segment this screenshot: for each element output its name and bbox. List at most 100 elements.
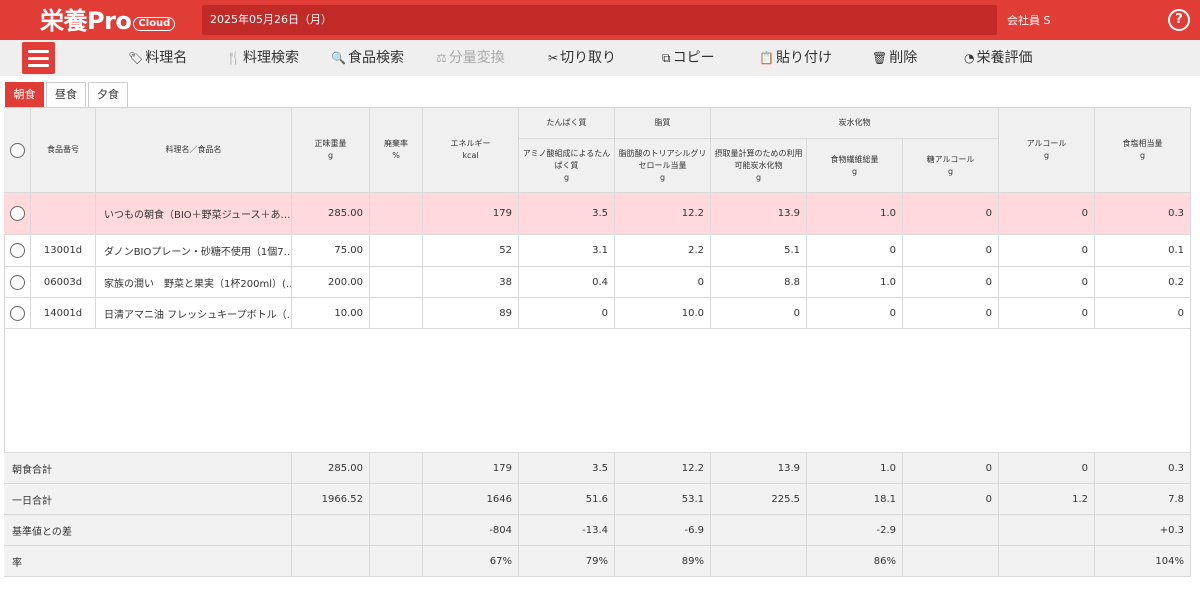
- row-fat[interactable]: 12.2: [615, 193, 711, 235]
- header-salt-text: 食塩相当量: [1122, 139, 1163, 148]
- row-select-radio[interactable]: [4, 298, 31, 329]
- row-energy[interactable]: 52: [423, 235, 519, 267]
- header-sugar-alcohol: 糖アルコール g: [903, 139, 999, 193]
- footer-sugar-alcohol: [903, 515, 999, 546]
- footer-weight: [292, 515, 370, 546]
- row-protein[interactable]: 0: [519, 298, 615, 329]
- toolbar-search-button[interactable]: 🔍 食品検索: [331, 40, 404, 76]
- header-salt-text: g: [1139, 151, 1146, 160]
- footer-protein: 79%: [519, 546, 615, 577]
- row-alcohol[interactable]: 0: [999, 298, 1095, 329]
- row-fiber[interactable]: 0: [807, 235, 903, 267]
- radio-icon[interactable]: [9, 243, 25, 258]
- user-name[interactable]: 会社員 S: [1007, 12, 1050, 28]
- footer-waste: [370, 484, 423, 515]
- footer-label: 朝食合計: [4, 453, 292, 484]
- row-select-radio[interactable]: [4, 267, 31, 298]
- row-salt[interactable]: 0.1: [1095, 235, 1191, 267]
- header-fiber: 食物繊維総量 g: [807, 139, 903, 193]
- row-protein[interactable]: 3.5: [519, 193, 615, 235]
- radio-icon[interactable]: [9, 274, 25, 290]
- row-fiber[interactable]: 1.0: [807, 267, 903, 298]
- row-fat[interactable]: 2.2: [615, 235, 711, 267]
- footer-weight: 1966.52: [292, 484, 370, 515]
- row-energy[interactable]: 38: [423, 267, 519, 298]
- row-sugar-alcohol[interactable]: 0: [903, 267, 999, 298]
- row-name[interactable]: ダノンBIOプレーン・砂糖不使用（1個7…: [96, 235, 292, 267]
- date-selector[interactable]: 2025年05月26日（月）: [202, 5, 997, 35]
- row-name[interactable]: 日清アマニ油 フレッシュキープボトル（…: [96, 298, 292, 329]
- radio-icon[interactable]: [9, 142, 25, 158]
- header-sugar-alcohol-text: 糖アルコール: [926, 154, 975, 164]
- row-select-radio[interactable]: [4, 235, 31, 267]
- row-alcohol[interactable]: 0: [999, 235, 1095, 267]
- footer-label: 基準値との差: [4, 515, 292, 546]
- row-waste[interactable]: [370, 193, 423, 235]
- header-food-no: 食品番号: [31, 108, 96, 193]
- row-weight[interactable]: 285.00: [292, 193, 370, 235]
- row-carb[interactable]: 8.8: [711, 267, 807, 298]
- row-fat[interactable]: 0: [615, 267, 711, 298]
- toolbar-tag-button[interactable]: 🏷 料理名: [128, 40, 187, 76]
- toolbar-label: 削除: [889, 50, 918, 66]
- row-weight[interactable]: 10.00: [292, 298, 370, 329]
- tab-lunch[interactable]: 昼食: [46, 82, 86, 107]
- row-salt[interactable]: 0.3: [1095, 193, 1191, 235]
- row-name[interactable]: 家族の潤い 野菜と果実（1杯200ml）(…: [96, 267, 292, 298]
- row-carb[interactable]: 5.1: [711, 235, 807, 267]
- row-waste[interactable]: [370, 267, 423, 298]
- menu-icon[interactable]: [22, 42, 55, 74]
- header-waste-text: 廃棄率: [384, 139, 408, 148]
- radio-icon[interactable]: [9, 305, 25, 321]
- row-fiber[interactable]: 1.0: [807, 193, 903, 235]
- toolbar-label: 分量変換: [448, 50, 505, 66]
- fork-knife-icon: 🍴: [226, 51, 241, 65]
- row-waste[interactable]: [370, 298, 423, 329]
- row-select-radio[interactable]: [4, 193, 31, 235]
- row-fat[interactable]: 10.0: [615, 298, 711, 329]
- toolbar-paste-button[interactable]: 📋 貼り付け: [759, 40, 832, 76]
- toolbar-scissors-button[interactable]: ✂ 切り取り: [548, 40, 616, 76]
- row-protein[interactable]: 0.4: [519, 267, 615, 298]
- tab-dinner[interactable]: 夕食: [88, 82, 128, 107]
- help-icon[interactable]: ?: [1168, 9, 1190, 31]
- footer-salt: 7.8: [1095, 484, 1191, 515]
- toolbar-pie-chart-button[interactable]: ◔ 栄養評価: [964, 40, 1032, 76]
- select-all-radio[interactable]: [4, 108, 31, 193]
- footer-protein: 51.6: [519, 484, 615, 515]
- row-energy[interactable]: 89: [423, 298, 519, 329]
- toolbar-trash-button[interactable]: 🗑 削除: [872, 40, 917, 76]
- row-protein[interactable]: 3.1: [519, 235, 615, 267]
- row-alcohol[interactable]: 0: [999, 193, 1095, 235]
- toolbar-copy-button[interactable]: ⧉ コピー: [662, 40, 715, 76]
- row-weight[interactable]: 200.00: [292, 267, 370, 298]
- row-carb[interactable]: 13.9: [711, 193, 807, 235]
- toolbar-scale-button[interactable]: ⚖ 分量変換: [436, 40, 505, 76]
- row-alcohol[interactable]: 0: [999, 267, 1095, 298]
- row-salt[interactable]: 0.2: [1095, 267, 1191, 298]
- footer-energy: 1646: [423, 484, 519, 515]
- header-protein: アミノ酸組成によるたんぱく質 g: [519, 139, 615, 193]
- row-salt[interactable]: 0: [1095, 298, 1191, 329]
- row-fiber[interactable]: 0: [807, 298, 903, 329]
- row-sugar-alcohol[interactable]: 0: [903, 235, 999, 267]
- row-sugar-alcohol[interactable]: 0: [903, 298, 999, 329]
- footer-carb: [711, 515, 807, 546]
- footer-alcohol: 0: [999, 453, 1095, 484]
- toolbar-label: 食品検索: [347, 50, 404, 66]
- row-weight[interactable]: 75.00: [292, 235, 370, 267]
- tab-breakfast[interactable]: 朝食: [5, 82, 44, 107]
- row-sugar-alcohol[interactable]: 0: [903, 193, 999, 235]
- footer-sugar-alcohol: 0: [903, 484, 999, 515]
- row-carb[interactable]: 0: [711, 298, 807, 329]
- header-carb-avail-text: g: [755, 172, 762, 182]
- toolbar-fork-knife-button[interactable]: 🍴 料理検索: [226, 40, 299, 76]
- footer-sugar-alcohol: 0: [903, 453, 999, 484]
- radio-icon[interactable]: [9, 206, 25, 221]
- header-protein-text: g: [563, 172, 570, 182]
- footer-carb: 225.5: [711, 484, 807, 515]
- header-protein-group: たんぱく質: [519, 108, 615, 139]
- row-name[interactable]: いつもの朝食（BIO＋野菜ジュース＋あ…: [96, 193, 292, 235]
- row-waste[interactable]: [370, 235, 423, 267]
- row-energy[interactable]: 179: [423, 193, 519, 235]
